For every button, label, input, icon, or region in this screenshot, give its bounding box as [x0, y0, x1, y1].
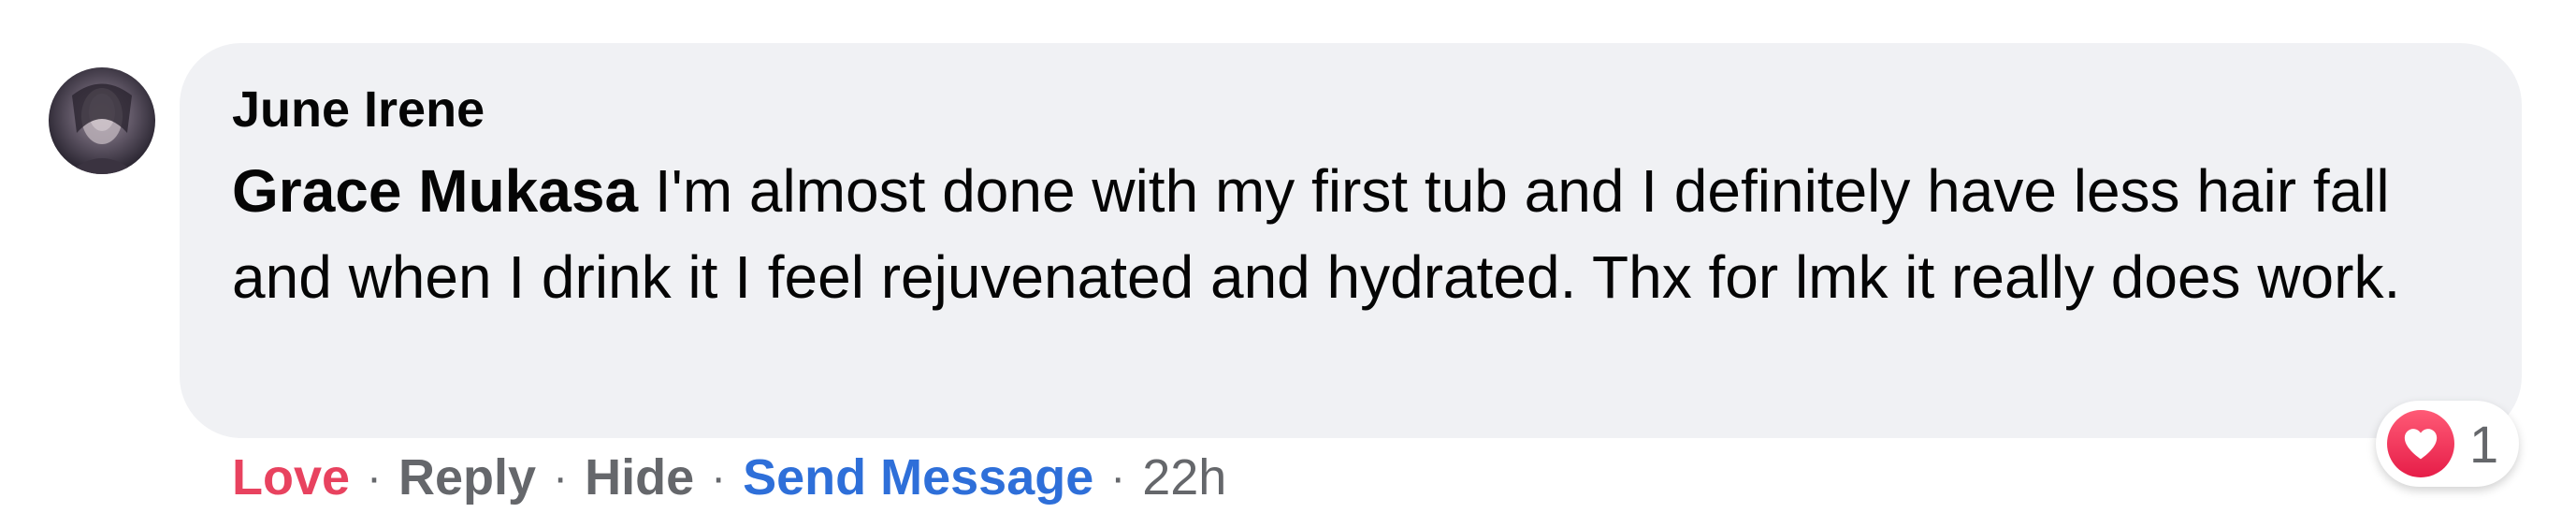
reply-button[interactable]: Reply: [398, 448, 536, 506]
love-button[interactable]: Love: [232, 448, 350, 506]
separator: ·: [553, 452, 569, 503]
hide-button[interactable]: Hide: [585, 448, 694, 506]
reaction-count: 1: [2469, 414, 2499, 474]
separator: ·: [711, 452, 727, 503]
separator: ·: [367, 452, 383, 503]
comment-author[interactable]: June Irene: [232, 84, 485, 135]
heart-icon: [2387, 410, 2454, 477]
avatar[interactable]: [49, 67, 155, 174]
comment-bubble: June Irene Grace Mukasa I'm almost done …: [180, 43, 2522, 438]
reaction-summary[interactable]: 1: [2376, 401, 2520, 487]
comment: June Irene Grace Mukasa I'm almost done …: [0, 0, 2576, 513]
comment-actions: Love · Reply · Hide · Send Message · 22h: [232, 440, 1226, 513]
mention-link[interactable]: Grace Mukasa: [232, 157, 638, 225]
send-message-button[interactable]: Send Message: [743, 448, 1093, 506]
comment-body: Grace Mukasa I'm almost done with my fir…: [232, 148, 2439, 320]
timestamp[interactable]: 22h: [1142, 448, 1226, 506]
avatar-photo-icon: [67, 83, 137, 174]
separator: ·: [1110, 452, 1126, 503]
